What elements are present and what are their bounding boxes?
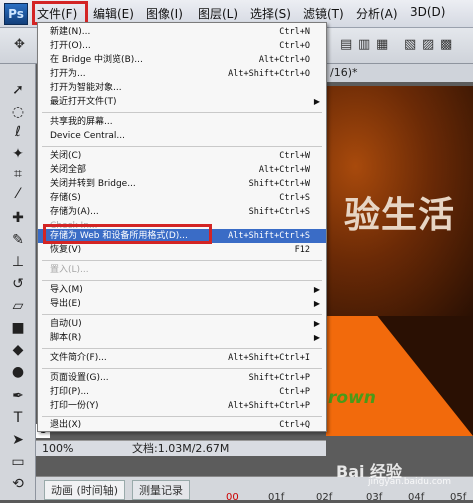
align-center-icon[interactable]: ▥ [358, 37, 370, 52]
menu-item-place: 置入(L)... [50, 265, 89, 275]
menu-separator [42, 146, 322, 147]
menu-item-exit[interactable]: 退出(X) Ctrl+Q [38, 418, 326, 432]
lasso-icon[interactable]: ℓ [8, 122, 28, 142]
menu-separator [42, 112, 322, 113]
frame-label: 03f [366, 492, 383, 503]
type-icon[interactable]: T [8, 408, 28, 428]
menu-separator [42, 280, 322, 281]
distribute-icon[interactable]: ▧ [404, 37, 416, 52]
gradient-icon[interactable]: ■ [8, 318, 28, 338]
menu-separator [42, 314, 322, 315]
menu-item-browse-bridge[interactable]: 在 Bridge 中浏览(B)... Alt+Ctrl+O [38, 53, 326, 67]
move-icon[interactable]: ➚ [8, 80, 28, 100]
tab-measurement-log[interactable]: 测量记录 [132, 480, 190, 500]
submenu-arrow-icon: ▶ [313, 333, 320, 342]
stamp-icon[interactable]: ⊥ [8, 252, 28, 272]
status-bar: 100% 文档:1.03M/2.67M [36, 440, 326, 456]
tools-panel: ➚ ◌ ℓ ✦ ⌗ ⁄ ✚ ✎ ⊥ ↺ ▱ ■ ◆ ● ✒ T ➤ ▭ ⟲ [0, 64, 36, 500]
menu-item-save[interactable]: 存储(S) Ctrl+S [38, 191, 326, 205]
distribute-middle-icon[interactable]: ▨ [422, 37, 434, 52]
menu-item-open-as[interactable]: 打开为... Alt+Shift+Ctrl+O [38, 67, 326, 81]
frame-label: 05f [450, 492, 467, 503]
frame-label: 00 [226, 492, 239, 503]
menu-separator [42, 260, 322, 261]
menu-item-device-central[interactable]: Device Central... [38, 129, 326, 143]
eraser-icon[interactable]: ▱ [8, 296, 28, 316]
baidu-watermark-url: jingyan.baidu.com [368, 477, 452, 487]
marquee-icon[interactable]: ◌ [8, 102, 28, 122]
tab-animation[interactable]: 动画 (时间轴) [44, 480, 126, 500]
document-tab[interactable]: /16)* [326, 64, 473, 82]
menu-3d[interactable]: 3D(D) [410, 5, 445, 19]
menu-analysis[interactable]: 分析(A) [356, 5, 398, 22]
submenu-arrow-icon: ▶ [313, 299, 320, 308]
path-select-icon[interactable]: ➤ [8, 430, 28, 450]
menu-item-page-setup[interactable]: 页面设置(G)... Shift+Ctrl+P [38, 371, 326, 385]
menu-item-revert[interactable]: 恢复(V) F12 [38, 243, 326, 257]
canvas-text: 验生活 [344, 195, 456, 236]
submenu-arrow-icon: ▶ [313, 285, 320, 294]
menu-item-import[interactable]: 导入(M) ▶ [38, 283, 326, 297]
doc-size[interactable]: 文档:1.03M/2.67M [132, 441, 229, 457]
magic-wand-icon[interactable]: ✦ [8, 144, 28, 164]
distribute-bottom-icon[interactable]: ▩ [440, 37, 452, 52]
menu-item-export[interactable]: 导出(E) ▶ [38, 297, 326, 311]
menu-item-close-go-bridge[interactable]: 关闭并转到 Bridge... Shift+Ctrl+W [38, 177, 326, 191]
menu-item-automate[interactable]: 自动(U) ▶ [38, 317, 326, 331]
frame-label: 02f [316, 492, 333, 503]
menu-item-recent-files[interactable]: 最近打开文件(T) ▶ [38, 95, 326, 109]
3d-rotate-icon[interactable]: ⟲ [8, 474, 28, 494]
frame-label: 01f [268, 492, 285, 503]
menu-item-new[interactable]: 新建(N)... Ctrl+N [38, 25, 326, 39]
dodge-icon[interactable]: ● [8, 362, 28, 382]
menu-separator [42, 368, 322, 369]
blur-icon[interactable]: ◆ [8, 340, 28, 360]
menu-separator [42, 416, 322, 417]
menu-item-print[interactable]: 打印(P)... Ctrl+P [38, 385, 326, 399]
eyedropper-icon[interactable]: ⁄ [8, 184, 28, 204]
align-right-icon[interactable]: ▦ [376, 37, 388, 52]
healing-brush-icon[interactable]: ✚ [8, 208, 28, 228]
align-icon[interactable]: ▤ [340, 37, 352, 52]
menu-item-open-smart-object[interactable]: 打开为智能对象... [38, 81, 326, 95]
frame-label: 04f [408, 492, 425, 503]
photoshop-logo: Ps [4, 3, 28, 25]
menu-select[interactable]: 选择(S) [250, 5, 291, 22]
canvas-orange-shape [326, 316, 473, 436]
menu-item-file-info[interactable]: 文件简介(F)... Alt+Shift+Ctrl+I [38, 351, 326, 365]
menu-item-save-as[interactable]: 存储为(A)... Shift+Ctrl+S [38, 205, 326, 219]
menu-layer[interactable]: 图层(L) [198, 5, 238, 22]
save-for-web-annotation-box [43, 224, 212, 244]
menu-separator [42, 348, 322, 349]
menu-item-share-screen[interactable]: 共享我的屏幕... [38, 115, 326, 129]
history-brush-icon[interactable]: ↺ [8, 274, 28, 294]
move-tool-icon[interactable]: ✥ [14, 37, 25, 52]
menu-item-scripts[interactable]: 脚本(R) ▶ [38, 331, 326, 345]
shape-icon[interactable]: ▭ [8, 452, 28, 472]
menu-item-print-one[interactable]: 打印一份(Y) Alt+Shift+Ctrl+P [38, 399, 326, 413]
submenu-arrow-icon: ▶ [313, 97, 320, 106]
canvas[interactable]: 验生活 rown [326, 86, 473, 436]
menu-image[interactable]: 图像(I) [146, 5, 183, 22]
menu-item-close[interactable]: 关闭(C) Ctrl+W [38, 149, 326, 163]
menu-edit[interactable]: 编辑(E) [93, 5, 134, 22]
zoom-level[interactable]: 100% [42, 441, 73, 457]
menu-filter[interactable]: 滤镜(T) [303, 5, 344, 22]
canvas-green-text: rown [328, 388, 376, 408]
crop-icon[interactable]: ⌗ [8, 164, 28, 184]
pen-icon[interactable]: ✒ [8, 386, 28, 406]
menu-item-open[interactable]: 打开(O)... Ctrl+O [38, 39, 326, 53]
brush-icon[interactable]: ✎ [8, 230, 28, 250]
menu-item-close-all[interactable]: 关闭全部 Alt+Ctrl+W [38, 163, 326, 177]
submenu-arrow-icon: ▶ [313, 319, 320, 328]
